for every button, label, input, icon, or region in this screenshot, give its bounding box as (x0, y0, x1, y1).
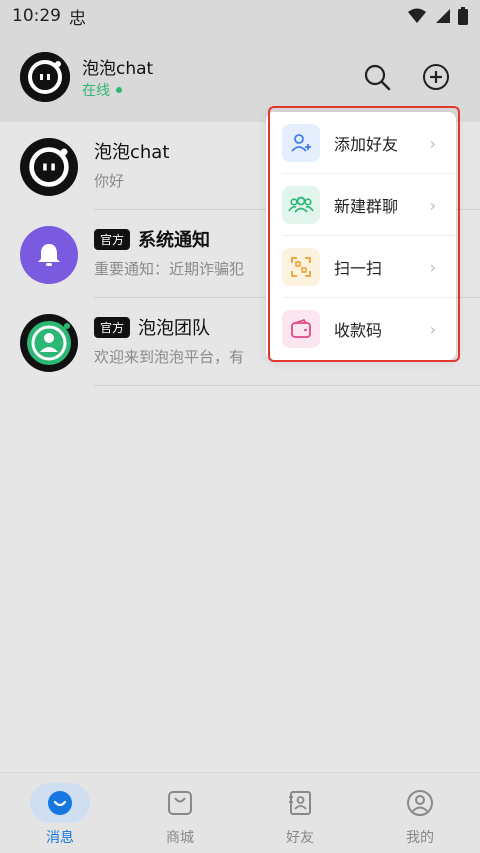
add-button[interactable] (421, 62, 451, 92)
tab-label: 好友 (286, 830, 314, 846)
bell-icon (38, 244, 60, 266)
avatar (20, 226, 78, 284)
popup-menu: 添加好友 › 新建群聊 › 扫一扫 › 收款码 › (266, 112, 456, 360)
notification-glyph: 忠 (69, 8, 86, 29)
profile-icon (390, 783, 450, 823)
official-badge: 官方 (94, 228, 131, 250)
menu-item-payment-code[interactable]: 收款码 › (266, 298, 456, 360)
battery-icon (458, 7, 468, 25)
conversation-name: 系统通知 (138, 230, 211, 251)
divider (94, 385, 480, 386)
avatar (20, 314, 78, 372)
wallet-icon (282, 310, 320, 348)
status-time: 10:29 (12, 6, 61, 26)
tab-friends[interactable]: 好友 (260, 783, 340, 847)
menu-item-new-group[interactable]: 新建群聊 › (266, 174, 456, 236)
online-dot-icon (116, 87, 122, 93)
conversation-title: 官方 泡泡团队 (94, 314, 210, 340)
chevron-right-icon: › (429, 257, 436, 277)
tab-shop[interactable]: 商城 (140, 783, 220, 847)
conversation-snippet: 你好 (94, 172, 125, 190)
conversation-title: 官方 系统通知 (94, 226, 210, 252)
tab-profile[interactable]: 我的 (380, 783, 460, 847)
message-icon (30, 783, 90, 823)
signal-icon (436, 9, 450, 23)
menu-item-label: 新建群聊 (334, 197, 399, 216)
add-user-icon (282, 124, 320, 162)
menu-item-label: 收款码 (334, 321, 383, 340)
chevron-right-icon: › (429, 195, 436, 215)
tab-messages[interactable]: 消息 (20, 783, 100, 847)
status-bar: 10:29 忠 (0, 0, 480, 32)
bubble-logo-icon (20, 52, 70, 102)
online-status: 在线 (82, 80, 122, 100)
tab-label: 消息 (46, 830, 74, 846)
menu-item-label: 添加好友 (334, 135, 399, 154)
search-button[interactable] (362, 62, 392, 92)
scan-icon (282, 248, 320, 286)
status-icons (408, 7, 468, 25)
conversation-name: 泡泡chat (94, 142, 170, 163)
conversation-title: 泡泡chat (94, 138, 169, 164)
wifi-icon (408, 8, 426, 23)
chevron-right-icon: › (429, 319, 436, 339)
online-status-text: 在线 (82, 83, 110, 99)
search-icon (364, 64, 391, 91)
menu-item-scan[interactable]: 扫一扫 › (266, 236, 456, 298)
plus-circle-icon (423, 64, 449, 90)
chat-header: 泡泡chat 在线 (0, 32, 480, 122)
team-chat-icon (27, 321, 71, 365)
group-icon (282, 186, 320, 224)
tab-label: 商城 (166, 830, 194, 846)
menu-item-label: 扫一扫 (334, 259, 383, 278)
tab-label: 我的 (406, 830, 434, 846)
shop-bag-icon (150, 783, 210, 823)
avatar (20, 138, 78, 196)
conversation-snippet: 欢迎来到泡泡平台，有 (94, 348, 245, 366)
official-badge: 官方 (94, 316, 131, 338)
bottom-nav: 消息 商城 好友 我的 (0, 772, 480, 853)
contacts-icon (270, 783, 330, 823)
user-name: 泡泡chat (82, 59, 154, 79)
conversation-name: 泡泡团队 (138, 318, 211, 339)
conversation-snippet: 重要通知：近期诈骗犯 (94, 260, 245, 278)
bubble-logo-icon (20, 138, 78, 196)
chevron-right-icon: › (429, 133, 436, 153)
menu-item-add-friend[interactable]: 添加好友 › (266, 112, 456, 174)
avatar[interactable] (20, 52, 70, 102)
